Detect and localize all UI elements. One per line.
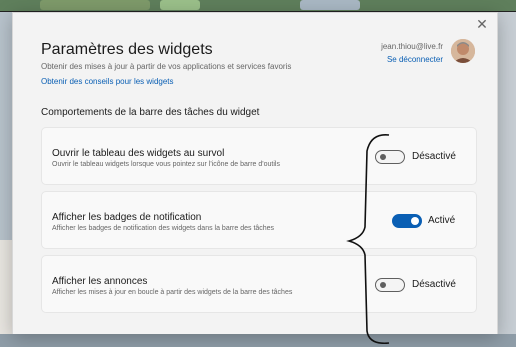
setting-label: Ouvrir le tableau des widgets au survol (52, 148, 225, 159)
dialog-subtitle: Obtenir des mises à jour à partir de vos… (41, 62, 292, 71)
section-title: Comportements de la barre des tâches du … (41, 107, 260, 118)
widget-tips-link[interactable]: Obtenir des conseils pour les widgets (41, 77, 174, 86)
close-icon[interactable]: ✕ (473, 15, 491, 33)
setting-description: Afficher les badges de notification des … (52, 225, 275, 232)
desktop-background-right (498, 12, 516, 334)
avatar-icon (451, 39, 475, 63)
toggle-state-label: Désactivé (412, 279, 456, 290)
brace-annotation (346, 134, 390, 345)
toggle-knob (411, 217, 419, 225)
toggle-state-label: Activé (428, 215, 456, 226)
setting-row-announcements: Afficher les annonces Afficher les mises… (41, 255, 477, 313)
dialog-title: Paramètres des widgets (41, 41, 213, 58)
setting-label: Afficher les badges de notification (52, 212, 202, 223)
setting-description: Ouvrir le tableau widgets lorsque vous p… (52, 161, 280, 168)
account-email: jean.thiou@live.fr (381, 42, 443, 51)
signout-link[interactable]: Se déconnecter (387, 55, 443, 64)
setting-label: Afficher les annonces (52, 276, 148, 287)
setting-row-hover-open: Ouvrir le tableau des widgets au survol … (41, 127, 477, 185)
widgets-settings-dialog: ✕ Paramètres des widgets Obtenir des mis… (12, 12, 498, 345)
setting-row-notification-badges: Afficher les badges de notification Affi… (41, 191, 477, 249)
user-avatar[interactable] (451, 39, 475, 63)
toggle-state-label: Désactivé (412, 151, 456, 162)
setting-description: Afficher les mises à jour en boucle à pa… (52, 289, 293, 296)
